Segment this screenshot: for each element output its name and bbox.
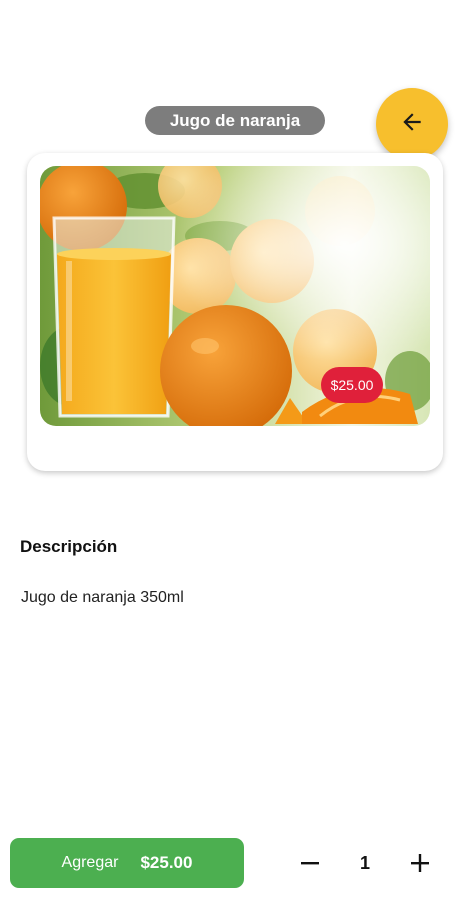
product-card — [27, 153, 443, 471]
arrow-left-icon — [399, 109, 425, 140]
description-heading: Descripción — [20, 537, 118, 556]
plus-icon — [411, 854, 429, 872]
add-button-label: Agregar — [61, 854, 119, 871]
quantity-value: 1 — [359, 852, 370, 873]
minus-icon — [301, 862, 319, 865]
product-title: Jugo de naranja — [145, 106, 325, 135]
quantity-stepper: 1 — [290, 838, 440, 888]
add-to-cart-button[interactable]: Agregar $25.00 — [10, 838, 244, 888]
description-text: Jugo de naranja 350ml — [21, 589, 184, 606]
price-badge: $25.00 — [321, 367, 383, 403]
decrease-quantity-button[interactable] — [290, 843, 330, 883]
increase-quantity-button[interactable] — [400, 843, 440, 883]
add-button-amount: $25.00 — [140, 853, 193, 872]
back-button[interactable] — [376, 88, 448, 160]
